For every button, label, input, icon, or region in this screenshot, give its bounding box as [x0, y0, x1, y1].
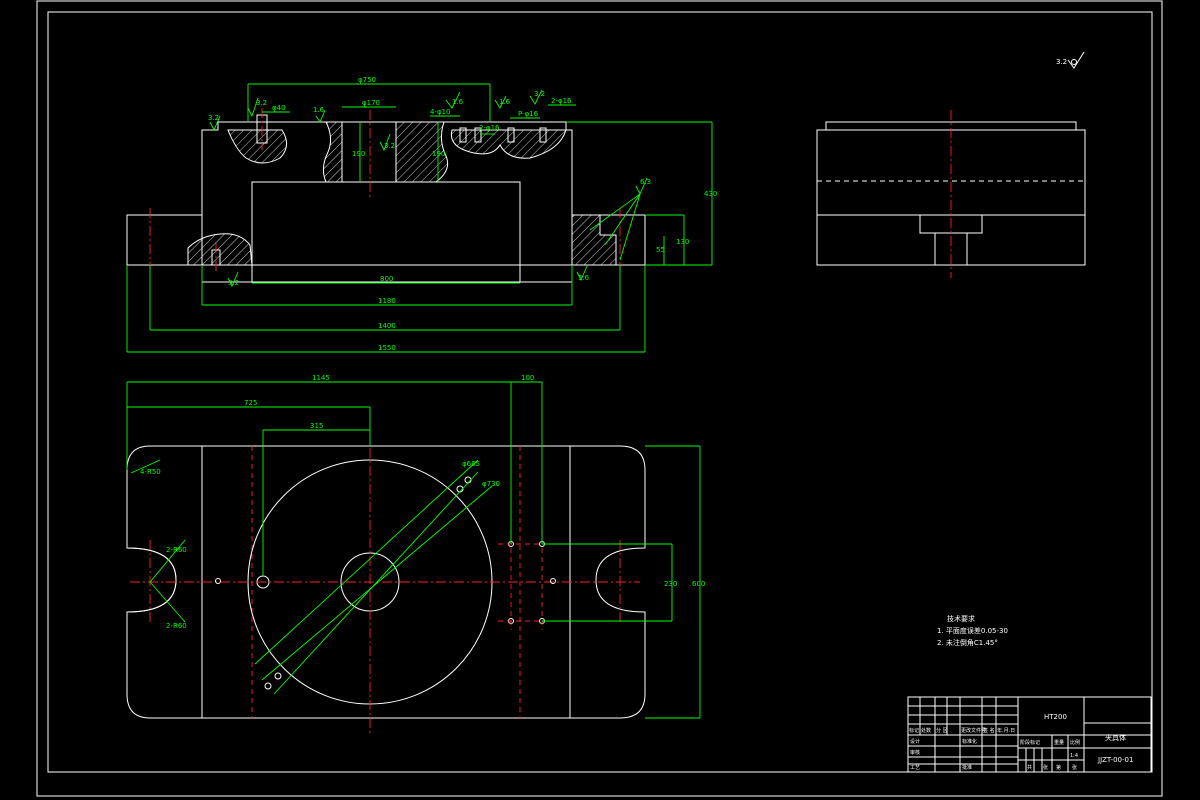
- svg-text:315: 315: [310, 422, 323, 430]
- svg-text:3.2: 3.2: [256, 99, 267, 107]
- svg-text:工艺: 工艺: [910, 765, 920, 771]
- svg-text:1145: 1145: [312, 374, 330, 382]
- svg-text:标记: 标记: [909, 727, 919, 734]
- svg-text:3.2: 3.2: [384, 142, 395, 150]
- svg-text:3.2: 3.2: [534, 90, 545, 98]
- svg-text:1. 平面度误差0.05-30: 1. 平面度误差0.05-30: [937, 626, 1008, 635]
- svg-text:1.6: 1.6: [313, 106, 325, 114]
- outer-border: [36, 0, 1163, 797]
- svg-text:725: 725: [244, 399, 257, 407]
- side-view: [816, 110, 1086, 278]
- svg-text:6.3: 6.3: [640, 178, 651, 186]
- svg-text:签 名: 签 名: [983, 727, 995, 734]
- svg-text:230: 230: [664, 580, 677, 588]
- svg-text:430: 430: [704, 190, 717, 198]
- svg-text:4-R50: 4-R50: [140, 468, 161, 476]
- svg-text:张: 张: [1043, 764, 1048, 771]
- general-roughness-symbol: 3.2: [1056, 51, 1085, 69]
- svg-text:1.6: 1.6: [452, 98, 464, 106]
- svg-text:φ665: φ665: [462, 460, 480, 468]
- svg-text:2-R60: 2-R60: [166, 622, 187, 630]
- svg-text:阶段标记: 阶段标记: [1020, 739, 1040, 746]
- technical-requirements: 技术要求 1. 平面度误差0.05-30 2. 未注倒角C1.45°: [937, 614, 1008, 647]
- svg-text:1:4: 1:4: [1070, 753, 1078, 759]
- svg-text:HT200: HT200: [1044, 713, 1067, 721]
- svg-text:分 区: 分 区: [936, 727, 948, 734]
- svg-text:批准: 批准: [962, 764, 972, 771]
- svg-text:1550: 1550: [378, 344, 396, 352]
- svg-text:φ750: φ750: [358, 76, 376, 84]
- svg-text:重量: 重量: [1054, 739, 1064, 746]
- svg-text:JJZT-00-01: JJZT-00-01: [1097, 756, 1133, 764]
- svg-text:P-φ16: P-φ16: [518, 110, 539, 118]
- svg-text:190: 190: [352, 150, 365, 158]
- svg-text:190: 190: [432, 150, 445, 158]
- svg-text:100: 100: [521, 374, 534, 382]
- top-view: 1145 100 725 315 230 600 4-R50 φ665 φ730…: [126, 374, 705, 735]
- svg-text:600: 600: [692, 580, 705, 588]
- svg-text:张: 张: [1072, 764, 1077, 771]
- svg-text:第: 第: [1056, 764, 1061, 771]
- svg-text:1.6: 1.6: [499, 98, 511, 106]
- svg-text:φ40: φ40: [272, 104, 286, 112]
- svg-text:800: 800: [380, 275, 393, 283]
- svg-text:处数: 处数: [921, 727, 931, 734]
- svg-text:标准化: 标准化: [962, 738, 977, 745]
- svg-text:φ170: φ170: [362, 99, 380, 107]
- cad-drawing: 3.2 φ750 φ170 φ40 4-φ10 2-φ16 P-φ16 2-φ1…: [36, 0, 1163, 797]
- svg-text:1.6: 1.6: [578, 274, 590, 282]
- svg-text:2. 未注倒角C1.45°: 2. 未注倒角C1.45°: [937, 638, 998, 647]
- svg-text:φ730: φ730: [482, 480, 500, 488]
- svg-text:技术要求: 技术要求: [947, 614, 975, 623]
- title-block: HT200 夹具体 JJZT-00-01 标记 处数 分 区 更改文件号 签 名…: [907, 696, 1152, 773]
- front-view: φ750 φ170 φ40 4-φ10 2-φ16 P-φ16 2-φ16 19…: [126, 76, 717, 353]
- svg-text:审核: 审核: [910, 749, 920, 756]
- svg-text:130: 130: [676, 238, 689, 246]
- svg-text:3.2: 3.2: [1056, 58, 1067, 66]
- svg-text:2-φ16: 2-φ16: [479, 124, 500, 132]
- svg-text:夹具体: 夹具体: [1105, 733, 1126, 742]
- svg-text:55: 55: [656, 246, 665, 254]
- svg-text:4-φ10: 4-φ10: [430, 108, 451, 116]
- inner-border: [47, 11, 1153, 773]
- svg-text:2-φ16: 2-φ16: [551, 97, 572, 105]
- svg-text:3.2: 3.2: [228, 279, 239, 287]
- svg-text:设计: 设计: [910, 738, 920, 745]
- svg-text:年.月.日: 年.月.日: [997, 727, 1015, 734]
- svg-text:1180: 1180: [378, 297, 396, 305]
- svg-text:比例: 比例: [1070, 739, 1080, 746]
- svg-text:共: 共: [1027, 764, 1032, 771]
- svg-text:3.2: 3.2: [208, 114, 219, 122]
- svg-text:1400: 1400: [378, 322, 396, 330]
- svg-text:2-R60: 2-R60: [166, 546, 187, 554]
